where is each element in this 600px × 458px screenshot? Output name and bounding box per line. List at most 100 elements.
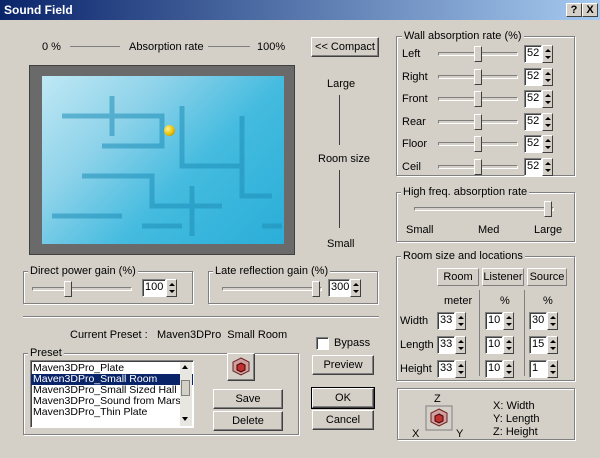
wall-row-label: Left [402,48,421,60]
source-field[interactable]: 1 [529,360,547,378]
late-gain-spin[interactable] [350,279,361,297]
wall-spin[interactable] [542,157,553,176]
cancel-button[interactable]: Cancel [312,410,374,430]
room-loc-row-label: Height [400,363,432,375]
axis-x-label: X [412,428,420,440]
wall-slider-thumb[interactable] [474,113,482,130]
wall-row: Right 52 [400,67,572,90]
scroll-down-arrow-icon[interactable] [182,417,188,421]
listener-field[interactable]: 10 [485,312,503,330]
listener-field[interactable]: 10 [485,336,503,354]
room-size-field[interactable]: 33 [437,336,455,354]
compact-button[interactable]: << Compact [311,37,379,57]
wall-value-field[interactable]: 52 [524,157,542,176]
direct-gain-spin[interactable] [166,279,177,297]
room-view[interactable] [29,65,295,255]
late-gain-field[interactable]: 300 [328,279,350,297]
col-header-source: Source [527,268,567,286]
axis-x-desc: X: Width [493,400,535,412]
direct-gain-field[interactable]: 100 [142,279,166,297]
source-field[interactable]: 15 [529,336,547,354]
room-size-title: Room size [318,153,370,165]
direct-gain-thumb[interactable] [64,281,72,297]
room-size-large-label: Large [327,78,356,90]
high-freq-slider-track[interactable] [414,207,554,211]
preset-cube-button[interactable] [227,353,255,381]
preset-group-title: Preset [28,347,64,359]
unit-room: meter [444,295,473,307]
wall-value-field[interactable]: 52 [524,67,542,86]
wall-row: Floor 52 [400,134,572,157]
source-field[interactable]: 30 [529,312,547,330]
wall-value-field[interactable]: 52 [524,90,542,109]
wall-spin[interactable] [542,90,553,109]
wall-value-field[interactable]: 52 [524,135,542,154]
high-freq-med-label: Med [478,224,500,236]
axis-y-label: Y [456,428,464,440]
bypass-checkbox[interactable] [316,337,329,350]
wall-spin[interactable] [542,112,553,131]
listener-field[interactable]: 10 [485,360,503,378]
absorption-max-label: 100% [257,41,286,53]
close-button[interactable]: X [582,3,598,17]
wall-spin[interactable] [542,135,553,154]
window-title: Sound Field [4,3,73,17]
scroll-thumb[interactable] [181,380,190,396]
wall-slider-thumb[interactable] [474,68,482,85]
listener-spin[interactable] [503,336,514,354]
wall-slider-thumb[interactable] [474,136,482,153]
room-size-spin[interactable] [455,312,466,330]
preset-list-item[interactable]: Maven3DPro_Thin Plate [31,407,193,418]
high-freq-small-label: Small [406,224,434,236]
room-loc-row: Length 33 10 15 [400,336,572,360]
room-loc-row-label: Length [400,339,434,351]
col-header-room: Room [437,268,479,286]
wall-row: Rear 52 [400,112,572,135]
axes-cube-icon [425,405,453,431]
room-size-spin[interactable] [455,360,466,378]
absorption-title: Absorption rate [129,41,204,53]
high-freq-title: High freq. absorption rate [401,186,530,198]
delete-button[interactable]: Delete [213,411,283,431]
source-spin[interactable] [547,312,558,330]
ok-button[interactable]: OK [311,387,375,409]
room-loc-row-label: Width [400,315,429,327]
wall-value-field[interactable]: 52 [524,112,542,131]
preset-listbox[interactable]: Maven3DPro_Plate Maven3DPro_Small Room M… [30,360,194,428]
direct-gain-track[interactable] [32,287,132,291]
scroll-up-arrow-icon[interactable] [182,365,188,369]
col-header-listener: Listener [482,268,524,286]
wall-row-label: Ceil [402,160,421,173]
wall-slider-thumb[interactable] [474,158,482,175]
room-loc-row: Width 33 10 30 [400,312,572,336]
help-button[interactable]: ? [566,3,582,17]
room-size-field[interactable]: 33 [437,312,455,330]
wall-slider-thumb[interactable] [474,91,482,108]
listener-spin[interactable] [503,312,514,330]
high-freq-slider-thumb[interactable] [544,201,552,217]
wall-row: Front 52 [400,89,572,112]
wall-value-field[interactable]: 52 [524,45,542,63]
unit-source: % [543,295,553,307]
room-size-line-top [339,95,340,145]
room-size-spin[interactable] [455,336,466,354]
source-spin[interactable] [547,360,558,378]
listener-position-dot[interactable] [164,125,175,136]
wall-row: Ceil 52 [400,157,572,180]
high-freq-large-label: Large [534,224,563,236]
room-size-field[interactable]: 33 [437,360,455,378]
room-size-small-label: Small [327,238,355,250]
late-gain-track[interactable] [222,287,322,291]
late-gain-thumb[interactable] [312,281,320,297]
wall-spin[interactable] [542,67,553,86]
absorption-line-left [70,46,120,47]
source-spin[interactable] [547,336,558,354]
wall-slider-thumb[interactable] [474,46,482,62]
preset-scrollbar[interactable] [180,362,192,426]
listener-spin[interactable] [503,360,514,378]
unit-listener: % [500,295,510,307]
axis-y-desc: Y: Length [493,413,540,425]
preview-button[interactable]: Preview [312,355,374,375]
save-button[interactable]: Save [213,389,283,409]
wall-spin[interactable] [542,45,553,63]
